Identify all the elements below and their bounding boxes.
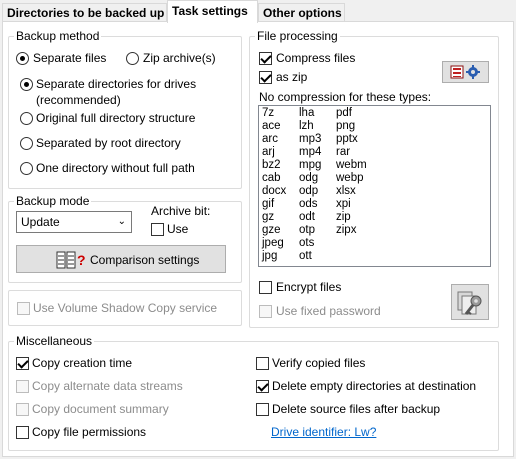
one-directory-radio[interactable] [20, 162, 33, 175]
delete-source-label: Delete source files after backup [272, 402, 441, 416]
no-compression-label: No compression for these types: [259, 90, 432, 104]
archive-bit-label: Archive bit: [151, 204, 211, 218]
backup-method-title: Backup method [14, 29, 102, 43]
verify-copied-checkbox[interactable] [256, 357, 269, 370]
zip-archives-radio[interactable] [126, 52, 139, 65]
list-item: odt [299, 211, 315, 223]
compress-files-label: Compress files [276, 51, 356, 65]
list-item: zip [336, 211, 351, 223]
separate-files-label: Separate files [33, 51, 107, 65]
drive-identifier-link[interactable]: Drive identifier: Lw? [271, 425, 376, 440]
delete-empty-dirs-checkbox[interactable] [256, 380, 269, 393]
list-item: 7z [262, 107, 275, 119]
list-item: ace [262, 120, 281, 132]
chevron-down-icon: ⌄ [117, 216, 126, 227]
encryption-settings-button[interactable] [451, 284, 489, 320]
compression-settings-button[interactable] [442, 61, 489, 83]
list-item: pdf [336, 107, 352, 119]
copy-creation-time-label: Copy creation time [32, 356, 133, 370]
archive-bit-use-label: Use [167, 222, 189, 236]
list-item: mp4 [299, 146, 322, 158]
copy-permissions-label: Copy file permissions [32, 425, 147, 439]
list-item: zipx [336, 224, 357, 236]
archive-gear-icon [449, 63, 483, 84]
list-item: odp [299, 185, 319, 197]
as-zip-label: as zip [276, 70, 308, 84]
separate-dirs-label-2: (recommended) [36, 93, 121, 107]
separate-dirs-radio[interactable] [20, 78, 33, 91]
list-item: docx [262, 185, 287, 197]
list-item: ods [299, 198, 318, 210]
list-item: webp [336, 172, 364, 184]
list-item: lzh [299, 120, 314, 132]
fixed-password-label: Use fixed password [276, 304, 381, 318]
comparison-settings-button[interactable]: ? Comparison settings [16, 245, 226, 273]
copy-creation-time-checkbox[interactable] [16, 357, 29, 370]
list-item: ott [299, 250, 312, 262]
comparison-settings-label: Comparison settings [90, 253, 200, 267]
separated-root-label: Separated by root directory [36, 136, 181, 150]
list-item: webm [336, 159, 367, 171]
backup-mode-value: Update [21, 215, 60, 229]
types-column-2: lha lzh mp3 mp4 mpg odg odp ods odt otp … [299, 107, 321, 263]
list-item: png [336, 120, 356, 132]
separate-dirs-label: Separate directories for drives [36, 77, 197, 91]
copy-doc-summary-checkbox[interactable] [16, 403, 29, 416]
list-item: gif [262, 198, 275, 210]
file-processing-title: File processing [255, 29, 340, 43]
copy-permissions-checkbox[interactable] [16, 426, 29, 439]
original-structure-label: Original full directory structure [36, 111, 196, 125]
list-item: rar [336, 146, 351, 158]
list-item: mp3 [299, 133, 322, 145]
list-item: xpi [336, 198, 351, 210]
list-item: arj [262, 146, 275, 158]
tab-directories[interactable]: Directories to be backed up [2, 3, 167, 22]
no-compression-types-list[interactable]: 7z ace arc arj bz2 cab docx gif gz gze j… [258, 105, 491, 267]
encrypt-files-label: Encrypt files [276, 280, 342, 294]
list-item: bz2 [262, 159, 281, 171]
list-item: pptx [336, 133, 358, 145]
backup-mode-title: Backup mode [14, 194, 92, 208]
backup-mode-select[interactable]: Update ⌄ [16, 211, 132, 233]
copy-doc-summary-label: Copy document summary [32, 402, 169, 416]
types-column-3: pdf png pptx rar webm webp xlsx xpi zip … [336, 107, 367, 237]
delete-source-checkbox[interactable] [256, 403, 269, 416]
list-item: jpg [262, 250, 278, 262]
miscellaneous-title: Miscellaneous [14, 334, 95, 348]
separate-files-radio[interactable] [16, 52, 29, 65]
one-directory-label: One directory without full path [36, 161, 195, 175]
archive-bit-use-checkbox[interactable] [151, 223, 164, 236]
svg-text:?: ? [77, 252, 86, 268]
tab-task-settings[interactable]: Task settings [167, 0, 258, 23]
list-item: ots [299, 237, 315, 249]
original-structure-radio[interactable] [20, 112, 33, 125]
list-item: arc [262, 133, 278, 145]
types-column-1: 7z ace arc arj bz2 cab docx gif gz gze j… [262, 107, 286, 263]
list-item: xlsx [336, 185, 356, 197]
list-item: lha [299, 107, 315, 119]
list-item: mpg [299, 159, 322, 171]
vss-checkbox[interactable] [17, 302, 30, 315]
comparison-icon: ? [56, 251, 86, 272]
compress-files-checkbox[interactable] [259, 52, 272, 65]
list-item: otp [299, 224, 315, 236]
list-item: jpeg [262, 237, 284, 249]
list-item: gze [262, 224, 281, 236]
fixed-password-checkbox[interactable] [259, 305, 272, 318]
list-item: cab [262, 172, 281, 184]
vss-label: Use Volume Shadow Copy service [33, 301, 218, 315]
encrypt-files-checkbox[interactable] [259, 281, 272, 294]
list-item: gz [262, 211, 275, 223]
separated-root-radio[interactable] [20, 137, 33, 150]
zip-archives-label: Zip archive(s) [143, 51, 216, 65]
key-document-icon [455, 287, 487, 322]
tab-other-options[interactable]: Other options [258, 3, 345, 22]
delete-empty-dirs-label: Delete empty directories at destination [272, 379, 477, 393]
copy-alt-streams-checkbox[interactable] [16, 380, 29, 393]
verify-copied-label: Verify copied files [272, 356, 366, 370]
copy-alt-streams-label: Copy alternate data streams [32, 379, 183, 393]
list-item: odg [299, 172, 319, 184]
as-zip-checkbox[interactable] [259, 71, 272, 84]
